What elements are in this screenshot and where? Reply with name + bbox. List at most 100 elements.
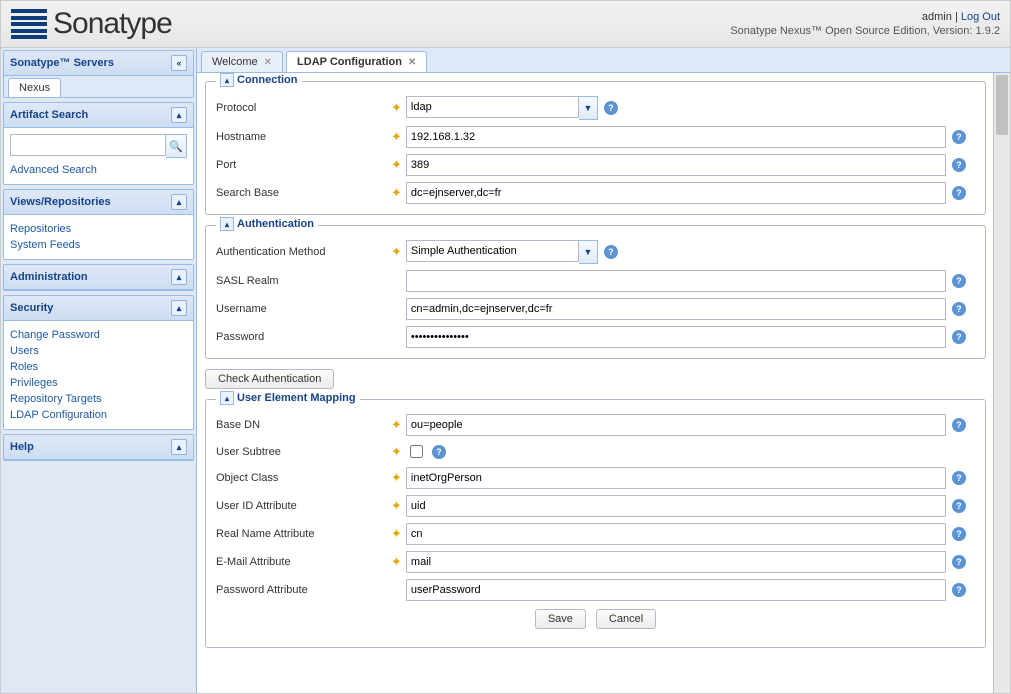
label-base-dn: Base DN (216, 419, 391, 431)
brand-name: Sonatype (53, 7, 172, 41)
search-icon[interactable]: 🔍 (166, 134, 187, 158)
protocol-select[interactable] (406, 96, 579, 118)
base-dn-input[interactable] (406, 414, 946, 436)
auth-method-select[interactable] (406, 240, 579, 262)
required-icon: ✦ (391, 157, 402, 173)
required-icon: ✦ (391, 185, 402, 201)
user-id-input[interactable] (406, 495, 946, 517)
search-input[interactable] (10, 134, 166, 156)
collapse-icon[interactable]: ▴ (171, 107, 187, 123)
header-right: admin | Log Out Sonatype Nexus™ Open Sou… (730, 10, 1000, 38)
label-user-id-attr: User ID Attribute (216, 500, 391, 512)
help-icon[interactable]: ? (432, 445, 446, 459)
label-user-subtree: User Subtree (216, 446, 391, 458)
panel-security: Security ▴ Change Password Users Roles Pr… (3, 295, 194, 430)
fieldset-authentication: ▴Authentication Authentication Method✦▼?… (205, 225, 986, 359)
help-icon[interactable]: ? (604, 101, 618, 115)
sidebar-item-ldap-config[interactable]: LDAP Configuration (10, 407, 187, 423)
email-input[interactable] (406, 551, 946, 573)
sidebar-item-system-feeds[interactable]: System Feeds (10, 237, 187, 253)
collapse-icon[interactable]: ▴ (220, 217, 234, 231)
collapse-icon[interactable]: ▴ (171, 269, 187, 285)
collapse-icon[interactable]: ▴ (171, 194, 187, 210)
panel-title: Administration (10, 271, 88, 283)
label-sasl-realm: SASL Realm (216, 275, 391, 287)
label-username: Username (216, 303, 391, 315)
label-password-attr: Password Attribute (216, 584, 391, 596)
check-auth-button[interactable]: Check Authentication (205, 369, 334, 389)
help-icon[interactable]: ? (952, 158, 966, 172)
help-icon[interactable]: ? (952, 130, 966, 144)
required-icon: ✦ (391, 554, 402, 570)
close-icon[interactable]: ✕ (264, 57, 272, 68)
collapse-icon[interactable]: ▴ (171, 300, 187, 316)
port-input[interactable] (406, 154, 946, 176)
app-window: Sonatype admin | Log Out Sonatype Nexus™… (0, 0, 1011, 694)
help-icon[interactable]: ? (952, 471, 966, 485)
search-base-input[interactable] (406, 182, 946, 204)
label-real-name-attr: Real Name Attribute (216, 528, 391, 540)
chevron-down-icon[interactable]: ▼ (579, 96, 598, 120)
help-icon[interactable]: ? (952, 186, 966, 200)
label-object-class: Object Class (216, 472, 391, 484)
panel-title: Views/Repositories (10, 196, 111, 208)
collapse-icon[interactable]: ▴ (171, 439, 187, 455)
help-icon[interactable]: ? (952, 274, 966, 288)
sidebar: Sonatype™ Servers« Nexus Artifact Search… (1, 48, 197, 694)
tab-ldap-config[interactable]: LDAP Configuration✕ (286, 51, 427, 72)
fieldset-user-mapping: ▴User Element Mapping Base DN✦? User Sub… (205, 399, 986, 648)
help-icon[interactable]: ? (952, 330, 966, 344)
collapse-icon[interactable]: ▴ (220, 73, 234, 87)
panel-admin: Administration ▴ (3, 264, 194, 291)
password-attr-input[interactable] (406, 579, 946, 601)
panel-help: Help▴ (3, 434, 194, 461)
required-icon: ✦ (391, 417, 402, 433)
label-hostname: Hostname (216, 131, 391, 143)
collapse-icon[interactable]: « (171, 55, 187, 71)
help-icon[interactable]: ? (952, 418, 966, 432)
advanced-search-link[interactable]: Advanced Search (10, 162, 187, 178)
label-auth-method: Authentication Method (216, 246, 391, 258)
real-name-input[interactable] (406, 523, 946, 545)
help-icon[interactable]: ? (952, 499, 966, 513)
sidebar-item-privileges[interactable]: Privileges (10, 375, 187, 391)
scroll-thumb[interactable] (996, 75, 1008, 135)
sidebar-item-roles[interactable]: Roles (10, 359, 187, 375)
sidebar-item-change-password[interactable]: Change Password (10, 327, 187, 343)
cancel-button[interactable]: Cancel (596, 609, 656, 629)
required-icon: ✦ (391, 244, 402, 260)
sidebar-item-repositories[interactable]: Repositories (10, 221, 187, 237)
tab-welcome[interactable]: Welcome✕ (201, 51, 283, 72)
help-icon[interactable]: ? (952, 302, 966, 316)
current-user: admin (922, 11, 952, 23)
logout-link[interactable]: Log Out (961, 11, 1000, 23)
collapse-icon[interactable]: ▴ (220, 391, 234, 405)
panel-title: Artifact Search (10, 109, 88, 121)
panel-search: Artifact Search ▴ 🔍 Advanced Search (3, 102, 194, 185)
username-input[interactable] (406, 298, 946, 320)
password-input[interactable] (406, 326, 946, 348)
close-icon[interactable]: ✕ (408, 57, 416, 68)
logo-icon (11, 9, 47, 39)
sidebar-tab-nexus[interactable]: Nexus (8, 78, 61, 97)
help-icon[interactable]: ? (604, 245, 618, 259)
version-text: Sonatype Nexus™ Open Source Edition, Ver… (730, 24, 1000, 38)
user-subtree-checkbox[interactable] (410, 445, 423, 458)
main-area: Welcome✕ LDAP Configuration✕ ▴Connection… (197, 48, 1010, 694)
scrollbar[interactable] (993, 73, 1010, 694)
hostname-input[interactable] (406, 126, 946, 148)
label-port: Port (216, 159, 391, 171)
object-class-input[interactable] (406, 467, 946, 489)
required-icon: ✦ (391, 470, 402, 486)
help-icon[interactable]: ? (952, 555, 966, 569)
save-button[interactable]: Save (535, 609, 586, 629)
label-search-base: Search Base (216, 187, 391, 199)
chevron-down-icon[interactable]: ▼ (579, 240, 598, 264)
sidebar-item-users[interactable]: Users (10, 343, 187, 359)
required-icon: ✦ (391, 100, 402, 116)
help-icon[interactable]: ? (952, 583, 966, 597)
sidebar-item-repo-targets[interactable]: Repository Targets (10, 391, 187, 407)
sasl-realm-input[interactable] (406, 270, 946, 292)
help-icon[interactable]: ? (952, 527, 966, 541)
panel-title: Security (10, 302, 53, 314)
